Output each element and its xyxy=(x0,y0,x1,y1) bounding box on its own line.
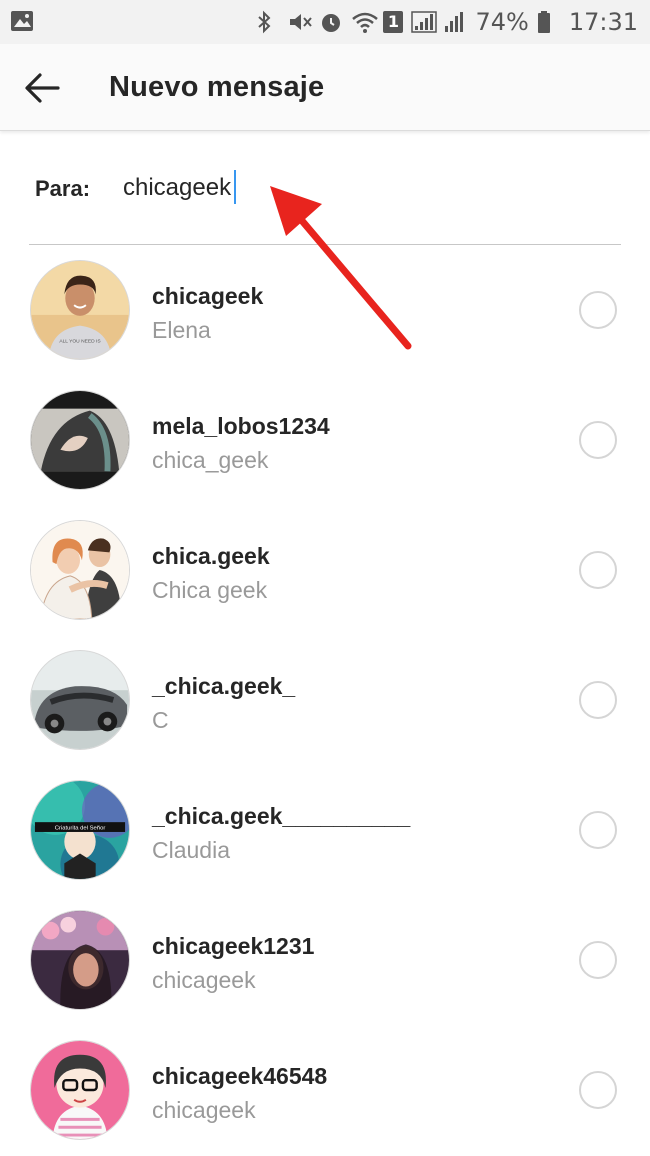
image-icon xyxy=(10,10,34,37)
results-list: ALL YOU NEED IS chicageek Elena mela_lob… xyxy=(0,245,650,1155)
username: mela_lobos1234 xyxy=(152,413,330,439)
status-bar: 1 74% 17:31 xyxy=(0,0,650,44)
signal-2-icon xyxy=(443,10,467,34)
avatar xyxy=(30,520,130,620)
full-name: Chica geek xyxy=(152,577,268,603)
clock: 17:31 xyxy=(568,8,638,36)
page-title: Nuevo mensaje xyxy=(109,71,325,103)
avatar xyxy=(30,390,130,490)
select-radio[interactable] xyxy=(579,1071,617,1109)
username: chica.geek xyxy=(152,543,270,569)
select-radio[interactable] xyxy=(579,681,617,719)
svg-text:ALL YOU NEED IS: ALL YOU NEED IS xyxy=(59,338,101,344)
full-name: chicageek xyxy=(152,967,256,993)
list-item[interactable]: _chica.geek_ C xyxy=(0,635,650,765)
username: chicageek xyxy=(152,283,264,309)
wifi-icon xyxy=(351,10,379,34)
username: chicageek1231 xyxy=(152,933,315,959)
text-caret xyxy=(234,170,236,204)
full-name: chica_geek xyxy=(152,447,269,473)
list-item[interactable]: chicageek46548 chicageek xyxy=(0,1025,650,1155)
mute-icon xyxy=(287,10,313,34)
list-item[interactable]: chicageek1231 chicageek xyxy=(0,895,650,1025)
select-radio[interactable] xyxy=(579,811,617,849)
avatar: ALL YOU NEED IS xyxy=(30,260,130,360)
battery-percent: 74% xyxy=(475,8,529,36)
full-name: Claudia xyxy=(152,837,230,863)
list-item[interactable]: mela_lobos1234 chica_geek xyxy=(0,375,650,505)
app-header: Nuevo mensaje xyxy=(0,44,650,131)
select-radio[interactable] xyxy=(579,551,617,589)
select-radio[interactable] xyxy=(579,941,617,979)
back-button[interactable] xyxy=(22,68,62,108)
username: chicageek46548 xyxy=(152,1063,328,1089)
list-item[interactable]: ALL YOU NEED IS chicageek Elena xyxy=(0,245,650,375)
recipient-label: Para: xyxy=(35,176,91,201)
username: _chica.geek__________ xyxy=(152,803,411,829)
avatar xyxy=(30,650,130,750)
full-name: Elena xyxy=(152,317,211,343)
list-item[interactable]: chica.geek Chica geek xyxy=(0,505,650,635)
bluetooth-icon xyxy=(255,10,279,34)
avatar xyxy=(30,1040,130,1140)
arrow-left-icon xyxy=(22,73,62,112)
avatar xyxy=(30,910,130,1010)
avatar: Criaturita del Señor xyxy=(30,780,130,880)
full-name: C xyxy=(152,707,169,733)
alarm-icon xyxy=(319,10,343,34)
full-name: chicageek xyxy=(152,1097,256,1123)
select-radio[interactable] xyxy=(579,291,617,329)
battery-icon xyxy=(537,10,561,34)
username: _chica.geek_ xyxy=(152,673,296,699)
notification-badge: 1 xyxy=(383,11,404,33)
select-radio[interactable] xyxy=(579,421,617,459)
avatar-badge-text: Criaturita del Señor xyxy=(55,826,106,832)
signal-icon xyxy=(411,10,438,34)
list-item[interactable]: Criaturita del Señor _chica.geek________… xyxy=(0,765,650,895)
